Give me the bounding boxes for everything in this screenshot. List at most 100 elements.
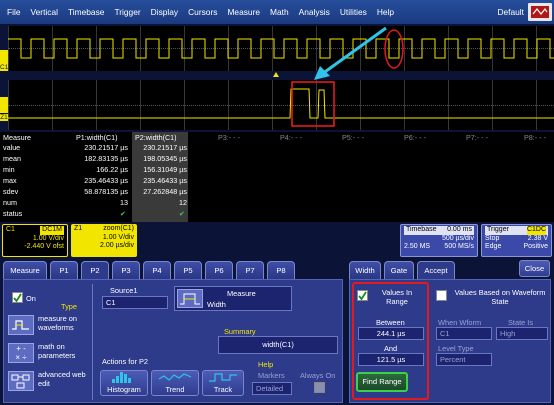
math-parameters-icon: + - × ÷ bbox=[8, 343, 34, 363]
default-setup-button[interactable]: Default bbox=[497, 7, 524, 17]
z1-desc-name: Z1 bbox=[74, 225, 83, 232]
c1-offset: -2.440 V ofst bbox=[24, 243, 64, 250]
z1-descriptor[interactable]: Z1 zoom(C1) 1.00 V/div 2.00 µs/div bbox=[71, 224, 137, 257]
tab-accept[interactable]: Accept bbox=[417, 261, 455, 279]
measure-value-label: value bbox=[3, 143, 21, 152]
p8-header[interactable]: P8:- - - bbox=[524, 133, 546, 143]
p4-header[interactable]: P4:- - - bbox=[280, 133, 302, 143]
trigger-mode: Stop bbox=[485, 234, 500, 242]
p2-header[interactable]: P2:width(C1) bbox=[135, 133, 177, 143]
tab-p1[interactable]: P1 bbox=[50, 261, 78, 279]
on-checkbox[interactable] bbox=[12, 292, 23, 303]
c1-descriptor[interactable]: C1 DC1M 1.00 V/div -2.440 V ofst bbox=[2, 224, 68, 257]
p2-setup-panel: On Type measure on waveforms + - × ÷ math… bbox=[3, 279, 343, 403]
actions-label: Actions for P2 bbox=[102, 357, 149, 366]
menu-analysis[interactable]: Analysis bbox=[299, 7, 330, 17]
measure-value-p1: 230.21517 µs bbox=[84, 143, 128, 152]
menu-help[interactable]: Help bbox=[377, 7, 394, 17]
tab-width[interactable]: Width bbox=[349, 261, 381, 279]
track-button[interactable]: Track bbox=[202, 370, 244, 396]
state-is-field[interactable]: High bbox=[496, 327, 548, 340]
z1-vdiv: 1.00 V/div bbox=[102, 233, 134, 241]
values-based-label: Values Based on Waveform State bbox=[454, 288, 546, 306]
trigger-descriptor[interactable]: Trigger C1DC Stop 2.38 V Edge Positive bbox=[481, 224, 552, 257]
measure-label: Measure bbox=[3, 133, 31, 142]
values-based-checkbox[interactable] bbox=[436, 290, 447, 301]
menu-measure[interactable]: Measure bbox=[227, 7, 260, 17]
p1-header[interactable]: P1:width(C1) bbox=[76, 133, 118, 143]
web-edit-icon bbox=[8, 371, 34, 391]
p3-header[interactable]: P3:- - - bbox=[218, 133, 240, 143]
menu-right: Default bbox=[497, 0, 554, 24]
trigger-source: C1DC bbox=[526, 226, 546, 235]
type-web-edit-label: advanced web edit bbox=[38, 370, 86, 388]
tab-p5[interactable]: P5 bbox=[174, 261, 202, 279]
tab-p2[interactable]: P2 bbox=[81, 261, 109, 279]
p7-header[interactable]: P7:- - - bbox=[466, 133, 488, 143]
c1-waveform-grid[interactable] bbox=[8, 26, 554, 71]
type-web-edit-option[interactable]: advanced web edit bbox=[8, 370, 88, 392]
menu-display[interactable]: Display bbox=[151, 7, 178, 17]
measurement-table: Measure P1:width(C1) P2:width(C1) P3:- -… bbox=[0, 132, 554, 222]
menu-trigger[interactable]: Trigger bbox=[114, 7, 140, 17]
and-field[interactable]: 121.5 µs bbox=[358, 353, 424, 366]
histogram-icon bbox=[112, 372, 131, 383]
type-measure-option[interactable]: measure on waveforms bbox=[8, 314, 88, 336]
when-wform-field[interactable]: C1 bbox=[436, 327, 492, 340]
measure-mean-p2: 198.05345 µs bbox=[143, 154, 187, 163]
timebase-descriptor[interactable]: Timebase 0.00 ms 500 µs/div 2.50 MS 500 MS… bbox=[400, 224, 478, 257]
and-label: And bbox=[384, 344, 398, 353]
tab-measure[interactable]: Measure bbox=[3, 261, 47, 279]
always-on-checkbox[interactable] bbox=[314, 382, 325, 393]
menu-timebase[interactable]: Timebase bbox=[68, 7, 104, 17]
trend-label: Trend bbox=[165, 385, 185, 394]
menu-utilities[interactable]: Utilities bbox=[340, 7, 367, 17]
type-math-option[interactable]: + - × ÷ math on parameters bbox=[8, 342, 88, 364]
tab-p8[interactable]: P8 bbox=[267, 261, 295, 279]
timebase-samples: 2.50 MS bbox=[404, 243, 431, 250]
measure-type-field[interactable]: Measure Width bbox=[174, 286, 292, 311]
z1-channel-marker[interactable] bbox=[0, 97, 8, 113]
tab-p3[interactable]: P3 bbox=[112, 261, 140, 279]
tab-p7[interactable]: P7 bbox=[236, 261, 264, 279]
tab-gate[interactable]: Gate bbox=[384, 261, 414, 279]
menu-file[interactable]: File bbox=[7, 7, 21, 17]
width-measure-icon bbox=[177, 289, 203, 308]
measure-row-value: value 230.21517 µs 230.21517 µs bbox=[0, 143, 554, 153]
track-icon bbox=[209, 373, 237, 382]
trend-button[interactable]: Trend bbox=[151, 370, 199, 396]
menu-math[interactable]: Math bbox=[270, 7, 289, 17]
z1-zoom-grid[interactable] bbox=[8, 80, 554, 130]
measure-num-label: num bbox=[3, 198, 17, 207]
tab-p4[interactable]: P4 bbox=[143, 261, 171, 279]
find-range-button[interactable]: Find Range bbox=[356, 372, 408, 392]
menu-cursors[interactable]: Cursors bbox=[188, 7, 217, 17]
checkmark-icon bbox=[358, 291, 367, 301]
source1-field[interactable]: C1 bbox=[102, 296, 168, 309]
close-button[interactable]: Close bbox=[519, 260, 550, 277]
measure-row-sdev: sdev 58.878135 µs 27.262848 µs bbox=[0, 187, 554, 197]
measure-num-p1: 13 bbox=[120, 198, 128, 207]
on-label: On bbox=[26, 294, 36, 303]
when-wform-label: When Wform bbox=[438, 318, 482, 327]
z1-trace bbox=[8, 81, 554, 127]
measure-max-p1: 235.46433 µs bbox=[84, 176, 128, 185]
histogram-button[interactable]: Histogram bbox=[100, 370, 148, 396]
tab-p6[interactable]: P6 bbox=[205, 261, 233, 279]
menu-vertical[interactable]: Vertical bbox=[31, 7, 58, 17]
values-in-range-checkbox[interactable] bbox=[357, 290, 368, 301]
measure-row-num: num 13 12 bbox=[0, 198, 554, 208]
c1-channel-marker[interactable] bbox=[0, 50, 8, 64]
trigger-type: Edge bbox=[485, 243, 502, 250]
between-field[interactable]: 244.1 µs bbox=[358, 327, 424, 340]
measure-status-p2: ✔ bbox=[179, 209, 186, 218]
measure-sdev-label: sdev bbox=[3, 187, 19, 196]
scope-window: File Vertical Timebase Trigger Display C… bbox=[0, 0, 554, 405]
trend-icon bbox=[158, 373, 192, 381]
find-range-label: Find Range bbox=[362, 377, 402, 386]
measure-row-mean: mean 182.83135 µs 198.05345 µs bbox=[0, 154, 554, 164]
level-type-field[interactable]: Percent bbox=[436, 353, 492, 366]
p5-header[interactable]: P5:- - - bbox=[342, 133, 364, 143]
p6-header[interactable]: P6:- - - bbox=[404, 133, 426, 143]
markers-field[interactable]: Detailed bbox=[252, 382, 292, 395]
